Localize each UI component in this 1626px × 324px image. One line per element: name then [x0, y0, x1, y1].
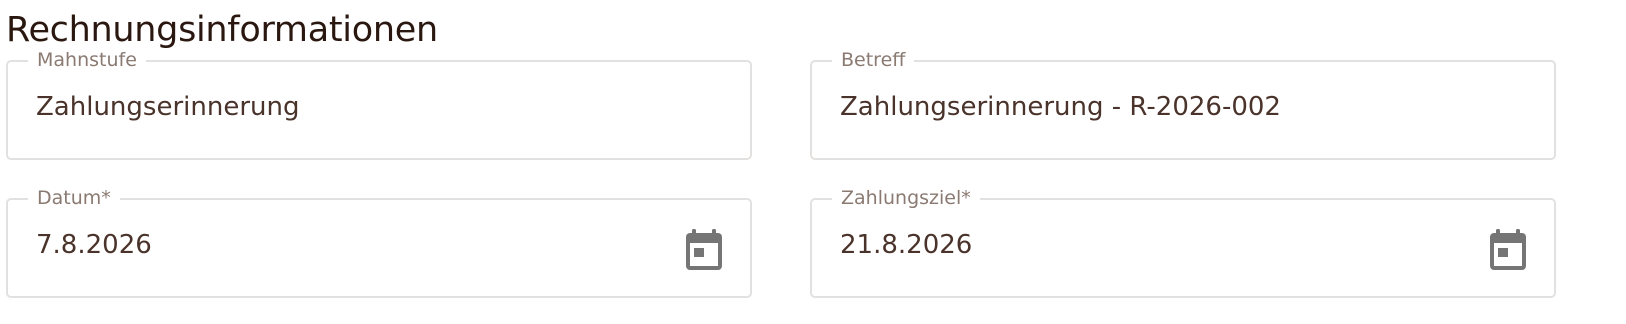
section-title: Rechnungsinformationen: [6, 10, 438, 50]
betreff-field[interactable]: Betreff: [810, 48, 1556, 160]
datum-label: Datum*: [28, 186, 120, 210]
betreff-label: Betreff: [832, 48, 915, 72]
datum-input[interactable]: [36, 225, 670, 265]
datum-field[interactable]: Datum*: [6, 186, 752, 298]
mahnstufe-label: Mahnstufe: [28, 48, 146, 72]
datum-calendar-icon[interactable]: [684, 228, 724, 272]
zahlungsziel-input[interactable]: [840, 225, 1474, 265]
mahnstufe-input[interactable]: [36, 87, 670, 127]
zahlungsziel-label: Zahlungsziel*: [832, 186, 980, 210]
betreff-input[interactable]: [840, 87, 1474, 127]
zahlungsziel-calendar-icon[interactable]: [1488, 228, 1528, 272]
zahlungsziel-field[interactable]: Zahlungsziel*: [810, 186, 1556, 298]
mahnstufe-field[interactable]: Mahnstufe: [6, 48, 752, 160]
